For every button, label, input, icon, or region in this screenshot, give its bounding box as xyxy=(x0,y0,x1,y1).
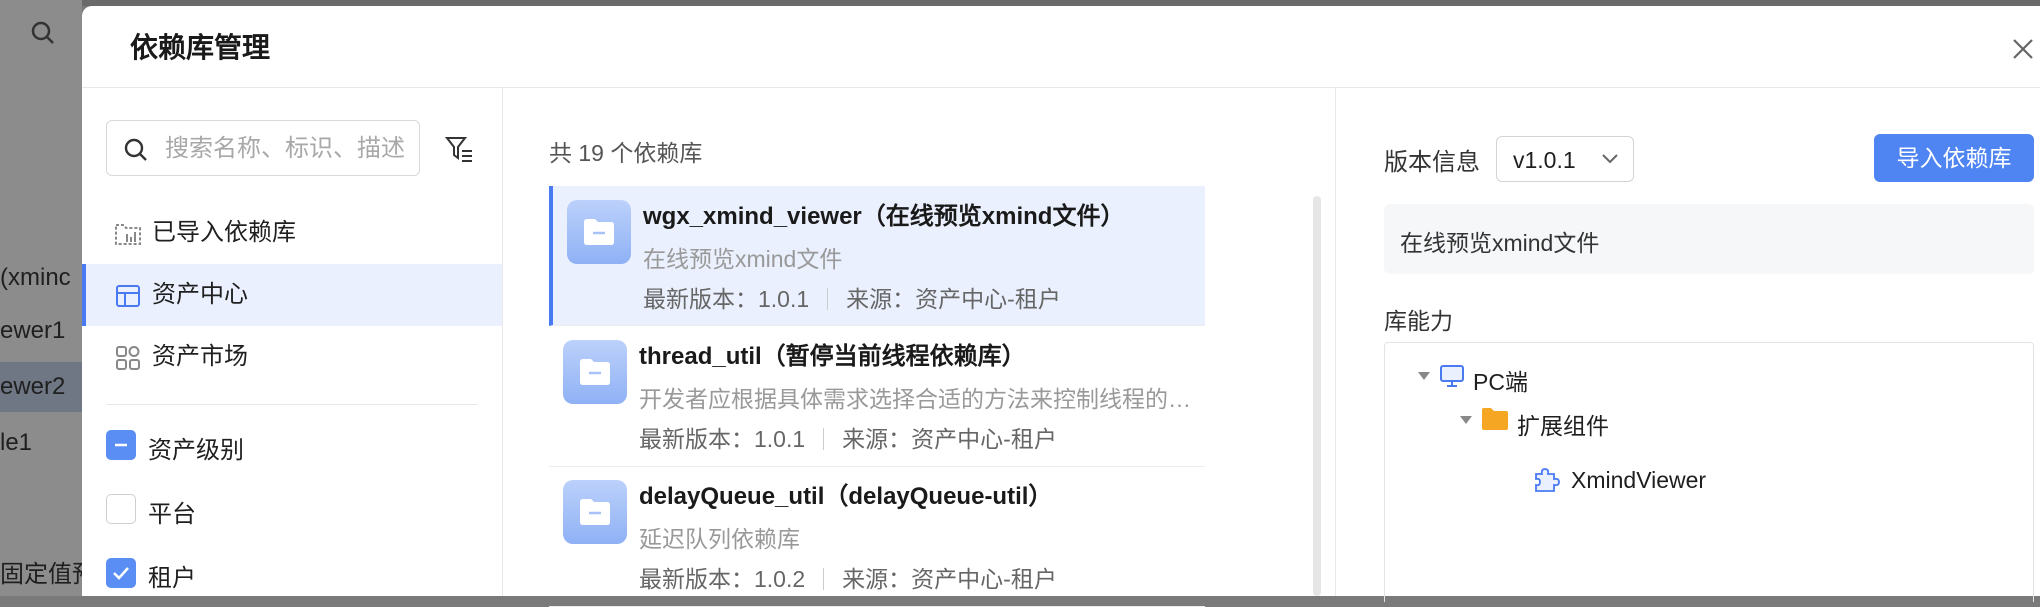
checkbox-checked[interactable] xyxy=(106,558,136,588)
background-row: ewer1 xyxy=(0,317,66,344)
import-library-button[interactable]: 导入依赖库 xyxy=(1874,134,2034,182)
folder-icon xyxy=(1482,408,1508,430)
caret-down-icon xyxy=(1418,372,1430,380)
library-description-text: 在线预览xmind文件 xyxy=(1400,230,1600,256)
checkbox-unchecked[interactable] xyxy=(106,494,136,524)
library-title: delayQueue_util（delayQueue-util） xyxy=(639,483,1053,510)
puzzle-icon xyxy=(1535,468,1560,492)
library-list-panel: 共 19 个依赖库 wgx_xmind_viewer（在线预览xmind文件） … xyxy=(503,88,1336,607)
library-source: 来源：资产中心-租户 xyxy=(842,566,1057,592)
nav-item-asset-market[interactable]: 资产市场 xyxy=(82,326,502,388)
library-detail-panel: 版本信息 v1.0.1 导入依赖库 在线预览xmind文件 库能力 PC端 扩展… xyxy=(1336,88,2040,602)
library-list-item[interactable]: delayQueue_util（delayQueue-util） 延迟队列依赖库… xyxy=(549,466,1205,607)
library-version: 最新版本：1.0.1 xyxy=(639,426,806,452)
separator xyxy=(823,568,825,590)
version-label: 版本信息 xyxy=(1384,149,1480,176)
library-description: 延迟队列依赖库 xyxy=(639,526,800,552)
asset-center-icon xyxy=(116,285,140,307)
close-icon[interactable] xyxy=(2010,36,2036,62)
library-meta: 最新版本：1.0.1 来源：资产中心-租户 xyxy=(639,420,1057,454)
library-source: 来源：资产中心-租户 xyxy=(846,286,1061,312)
folder-icon xyxy=(563,480,627,544)
library-version: 最新版本：1.0.2 xyxy=(639,566,806,592)
library-list-item[interactable]: wgx_xmind_viewer（在线预览xmind文件） 在线预览xmind文… xyxy=(549,186,1205,326)
modal-header: 依赖库管理 xyxy=(82,6,2040,88)
checkbox-indeterminate[interactable] xyxy=(106,430,136,460)
background-search-icon xyxy=(30,20,56,53)
tree-node-label: PC端 xyxy=(1473,369,1528,395)
search-icon xyxy=(124,138,147,161)
library-version: 最新版本：1.0.1 xyxy=(643,286,810,312)
background-row: le1 xyxy=(0,429,33,456)
folder-icon xyxy=(563,340,627,404)
desktop-icon xyxy=(1440,365,1464,387)
filter-label: 租户 xyxy=(148,565,196,592)
library-description-box: 在线预览xmind文件 xyxy=(1384,204,2034,274)
nav-item-label: 资产中心 xyxy=(152,281,248,308)
library-description: 在线预览xmind文件 xyxy=(643,246,843,272)
library-meta: 最新版本：1.0.1 来源：资产中心-租户 xyxy=(643,280,1061,314)
capability-label: 库能力 xyxy=(1384,308,1453,334)
tree-node-label: XmindViewer xyxy=(1571,467,1707,493)
version-select[interactable]: v1.0.1 xyxy=(1496,136,1634,182)
nav-item-asset-center[interactable]: 资产中心 xyxy=(82,264,502,326)
library-meta: 最新版本：1.0.2 来源：资产中心-租户 xyxy=(639,560,1057,594)
filter-label: 平台 xyxy=(148,501,196,528)
tree-node-label: 扩展组件 xyxy=(1517,413,1609,439)
imported-library-icon xyxy=(115,224,141,245)
nav-item-label: 已导入依赖库 xyxy=(152,219,296,246)
chevron-down-icon xyxy=(1602,154,1618,164)
library-list-item[interactable]: thread_util（暂停当前线程依赖库） 开发者应根据具体需求选择合适的方法… xyxy=(549,326,1205,467)
background-row: 固定值预 xyxy=(0,561,82,588)
left-panel: 已导入依赖库 资产中心 资产市场 资产级别 平台 租户 xyxy=(82,88,503,596)
filter-label: 资产级别 xyxy=(148,437,244,464)
search-input[interactable] xyxy=(163,131,415,167)
search-box[interactable] xyxy=(106,120,420,176)
nav-item-imported[interactable]: 已导入依赖库 xyxy=(82,202,502,264)
library-source: 来源：资产中心-租户 xyxy=(842,426,1057,452)
version-value: v1.0.1 xyxy=(1513,147,1576,173)
modal-title: 依赖库管理 xyxy=(130,32,271,63)
background-sidebar: (xminc ewer1 ewer2 le1 固定值预 xyxy=(0,0,82,596)
library-title: thread_util（暂停当前线程依赖库） xyxy=(639,343,1026,370)
separator xyxy=(827,288,829,310)
library-title: wgx_xmind_viewer（在线预览xmind文件） xyxy=(643,203,1125,230)
separator xyxy=(823,428,825,450)
asset-market-icon xyxy=(116,346,140,370)
background-row: (xminc xyxy=(0,264,71,291)
folder-icon xyxy=(567,200,631,264)
dependency-manager-modal: 依赖库管理 已导入依赖库 资产中心 资产市场 xyxy=(82,6,2040,607)
capability-tree: PC端 扩展组件 XmindViewer xyxy=(1384,342,2034,602)
library-description: 开发者应根据具体需求选择合适的方法来控制线程的暂停和恢复 xyxy=(639,386,1199,412)
background-row: ewer2 xyxy=(0,362,82,412)
divider xyxy=(106,404,478,405)
nav-item-label: 资产市场 xyxy=(152,343,248,370)
scrollbar[interactable] xyxy=(1313,196,1321,596)
filter-icon[interactable] xyxy=(444,134,474,169)
library-count: 共 19 个依赖库 xyxy=(549,140,703,166)
caret-down-icon xyxy=(1460,416,1472,424)
